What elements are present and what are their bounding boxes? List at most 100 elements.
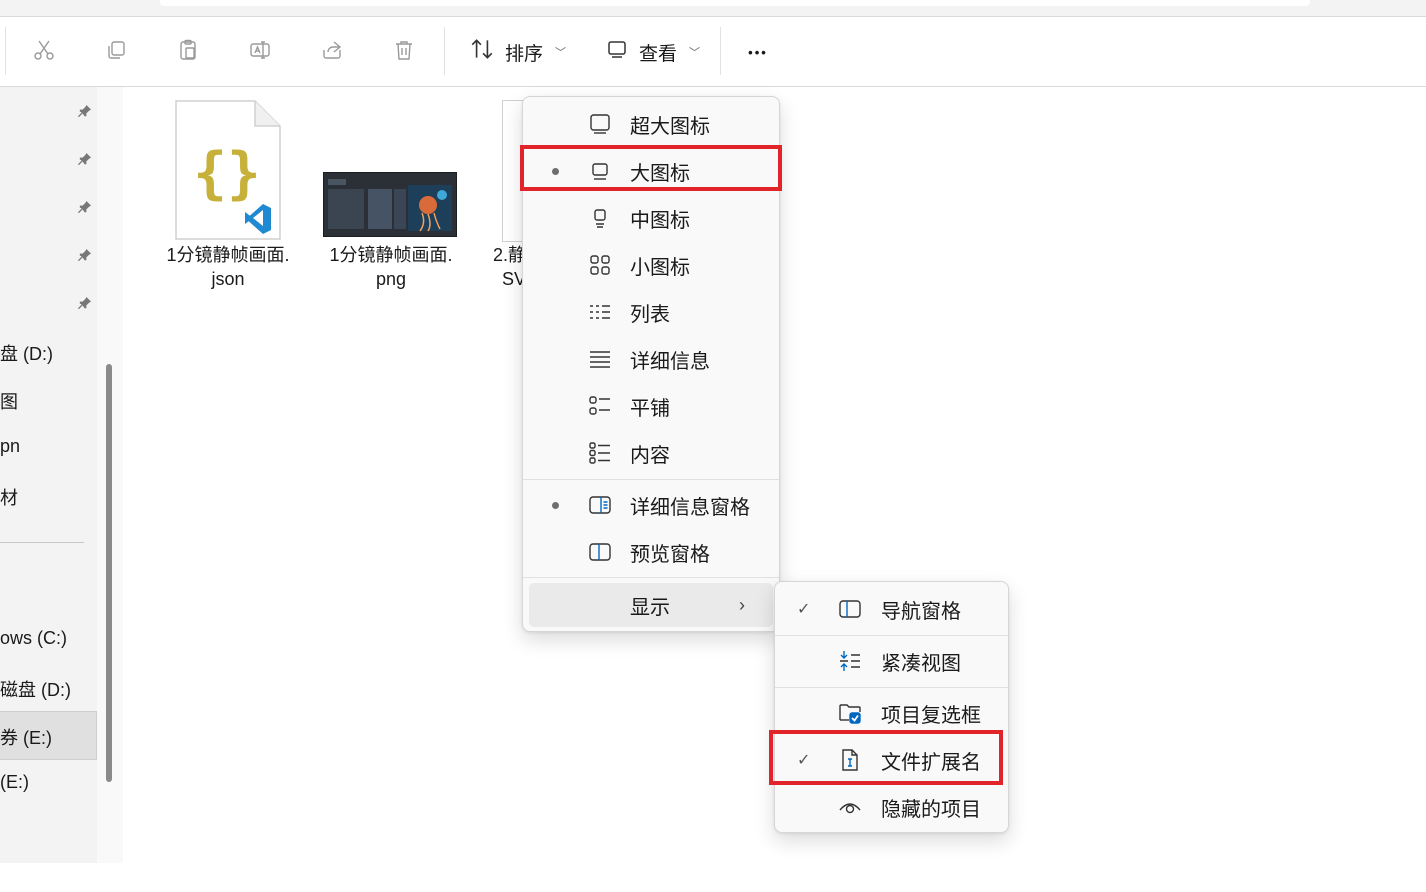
- monitor-small-icon: [587, 205, 613, 231]
- menu-item-extra-large-icons[interactable]: 超大图标: [523, 102, 779, 146]
- sort-label: 排序: [505, 43, 544, 65]
- eye-icon: [837, 794, 863, 820]
- annotation-highlight-large-icons: [520, 145, 782, 191]
- chevron-right-icon: ›: [739, 594, 745, 615]
- toolbar-divider: [720, 27, 721, 75]
- menu-item-tiles[interactable]: 平铺: [523, 384, 779, 428]
- menu-item-label: 平铺: [630, 397, 670, 420]
- cut-button[interactable]: [27, 35, 61, 69]
- submenu-item-label: 项目复选框: [881, 704, 981, 727]
- menu-item-content[interactable]: 内容: [523, 431, 779, 475]
- menu-separator: [775, 687, 1008, 688]
- clipboard-icon: [176, 38, 200, 67]
- menu-separator: [775, 635, 1008, 636]
- chevron-down-icon: ﹀: [689, 47, 701, 59]
- pin-icon[interactable]: [75, 150, 93, 168]
- annotation-highlight-file-extensions: [769, 730, 1003, 785]
- more-options-button[interactable]: •••: [740, 34, 776, 70]
- paste-button[interactable]: [171, 35, 205, 69]
- menu-item-label: 小图标: [630, 256, 690, 279]
- address-field[interactable]: [160, 0, 1310, 6]
- menu-separator: [523, 577, 779, 578]
- menu-item-small-icons[interactable]: 小图标: [523, 243, 779, 287]
- submenu-item-hidden-items[interactable]: 隐藏的项目: [775, 784, 1008, 830]
- menu-item-label: 详细信息窗格: [630, 496, 750, 519]
- pin-icon[interactable]: [75, 294, 93, 312]
- checkmark-icon: ✓: [797, 601, 811, 618]
- sidebar-item-local-disk-d[interactable]: 磁盘 (D:): [0, 676, 71, 702]
- submenu-item-label: 紧凑视图: [881, 652, 961, 675]
- view-button[interactable]: 查看 ﹀: [605, 35, 700, 69]
- menu-separator: [523, 479, 779, 480]
- file-name: 1分镜静帧画面.: [166, 245, 290, 265]
- file-item-png[interactable]: 1分镜静帧画面. png: [316, 100, 466, 300]
- view-label: 查看: [639, 43, 678, 65]
- compact-view-icon: [837, 648, 863, 674]
- image-thumbnail: [323, 172, 457, 237]
- preview-pane-icon: [587, 539, 613, 565]
- sidebar-item-folder[interactable]: pn: [0, 436, 20, 457]
- menu-item-show[interactable]: 显示 ›: [529, 583, 773, 627]
- menu-item-label: 超大图标: [630, 115, 710, 138]
- trash-icon: [392, 38, 416, 67]
- pin-icon[interactable]: [75, 102, 93, 120]
- delete-button[interactable]: [387, 35, 421, 69]
- menu-item-label: 中图标: [630, 209, 690, 232]
- navigation-pane-icon: [837, 596, 863, 622]
- submenu-item-label: 隐藏的项目: [881, 798, 981, 821]
- share-icon: [320, 38, 344, 67]
- content-icon: [587, 440, 613, 466]
- file-extension: json: [211, 269, 245, 289]
- menu-item-label: 列表: [630, 303, 670, 326]
- json-file-icon: {}: [175, 100, 281, 240]
- svg-text:{}: {}: [193, 141, 260, 206]
- grid-icon: [587, 252, 613, 278]
- nav-scrollbar-thumb[interactable]: [106, 364, 112, 782]
- file-extension: png: [375, 269, 407, 289]
- scissors-icon: [32, 38, 56, 67]
- menu-item-list[interactable]: 列表: [523, 290, 779, 334]
- selected-dot-icon: [552, 502, 559, 509]
- file-item-json[interactable]: {} 1分镜静帧画面. json: [153, 100, 303, 300]
- sidebar-item-materials[interactable]: 材: [0, 484, 18, 510]
- submenu-item-navigation-pane[interactable]: ✓ 导航窗格: [775, 586, 1008, 632]
- menu-item-label: 详细信息: [630, 350, 710, 373]
- menu-item-preview-pane[interactable]: 预览窗格: [523, 530, 779, 574]
- copy-button[interactable]: [99, 35, 133, 69]
- menu-item-medium-icons[interactable]: 中图标: [523, 196, 779, 240]
- sidebar-item-drive-c[interactable]: ows (C:): [0, 628, 67, 649]
- show-submenu: ✓ 导航窗格 紧凑视图 项目复选框 ✓ 文件扩展名 隐藏的项目: [774, 581, 1009, 833]
- menu-item-label: 内容: [630, 444, 670, 467]
- menu-item-details[interactable]: 详细信息: [523, 337, 779, 381]
- file-name: 1分镜静帧画面.: [329, 245, 453, 265]
- monitor-icon: [605, 37, 629, 67]
- menu-item-details-pane[interactable]: 详细信息窗格: [523, 483, 779, 527]
- details-pane-icon: [587, 492, 613, 518]
- details-icon: [587, 346, 613, 372]
- menu-item-label: 显示: [630, 596, 670, 619]
- toolbar-divider: [444, 27, 445, 75]
- sidebar-item-pictures[interactable]: 图: [0, 388, 18, 414]
- sidebar-divider: [0, 542, 84, 543]
- chevron-down-icon: ﹀: [555, 47, 567, 59]
- sort-button[interactable]: 排序 ﹀: [469, 35, 566, 69]
- rename-button[interactable]: [243, 35, 277, 69]
- submenu-item-compact-view[interactable]: 紧凑视图: [775, 638, 1008, 684]
- list-icon: [587, 299, 613, 325]
- copy-icon: [104, 38, 128, 67]
- more-icon: •••: [748, 44, 768, 60]
- sidebar-item-drive-d[interactable]: 盘 (D:): [0, 340, 53, 366]
- sidebar-item-drive-e[interactable]: (E:): [0, 772, 29, 793]
- sort-icon: [469, 36, 495, 68]
- submenu-item-label: 导航窗格: [881, 600, 961, 623]
- share-button[interactable]: [315, 35, 349, 69]
- pin-icon[interactable]: [75, 246, 93, 264]
- pin-icon[interactable]: [75, 198, 93, 216]
- checkbox-folder-icon: [837, 700, 863, 726]
- sidebar-item-volume-e[interactable]: 券 (E:): [0, 724, 52, 750]
- command-bar: 排序 ﹀ 查看 ﹀ •••: [0, 17, 1426, 87]
- monitor-icon: [587, 111, 613, 137]
- menu-item-label: 预览窗格: [630, 543, 710, 566]
- rename-icon: [248, 38, 272, 67]
- tiles-icon: [587, 393, 613, 419]
